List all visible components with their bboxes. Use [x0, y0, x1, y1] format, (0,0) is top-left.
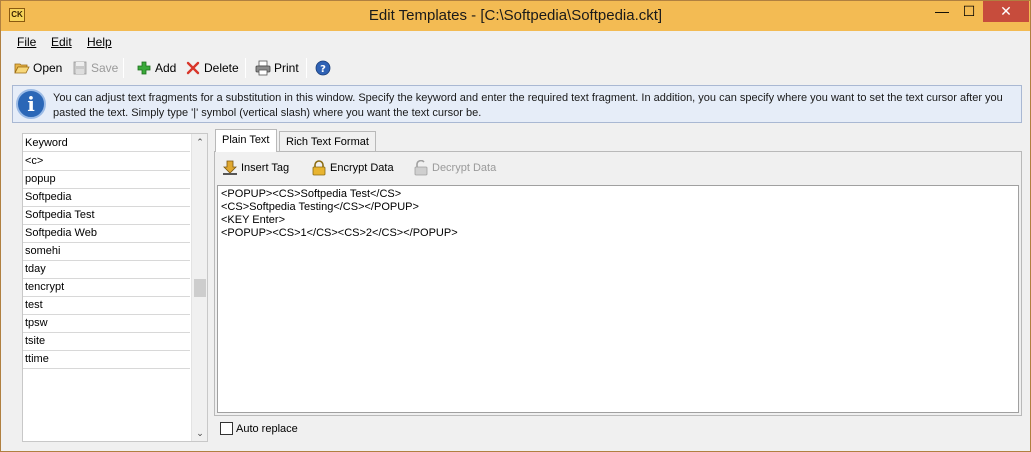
- add-label: Add: [155, 61, 177, 75]
- auto-replace-label: Auto replace: [236, 422, 298, 435]
- decrypt-data-button[interactable]: Decrypt Data: [413, 159, 496, 177]
- save-button[interactable]: Save: [72, 59, 118, 77]
- plus-icon: [137, 61, 151, 75]
- keyword-list[interactable]: Keyword <c> popup Softpedia Softpedia Test S…: [22, 133, 208, 442]
- close-button[interactable]: ✕: [983, 1, 1029, 22]
- scroll-down-arrow[interactable]: ⌄: [192, 425, 208, 441]
- menu-help[interactable]: Help: [87, 35, 112, 49]
- list-item[interactable]: Softpedia: [23, 189, 190, 207]
- main-toolbar: Open Save Add Delete Print ?: [2, 55, 1030, 81]
- template-editor-panel: Plain Text Rich Text Format Insert Tag E…: [212, 129, 1024, 443]
- list-item[interactable]: somehi: [23, 243, 190, 261]
- info-banner: i You can adjust text fragments for a su…: [12, 85, 1022, 123]
- save-label: Save: [91, 61, 119, 75]
- menu-help-label: Help: [87, 35, 112, 49]
- scroll-up-arrow[interactable]: ⌃: [192, 134, 208, 150]
- encrypt-data-label: Encrypt Data: [330, 162, 394, 174]
- minimize-button[interactable]: —: [929, 1, 955, 22]
- add-button[interactable]: Add: [136, 59, 176, 77]
- unlock-icon: [414, 160, 428, 176]
- auto-replace-box[interactable]: [220, 422, 233, 435]
- toolbar-separator: [245, 58, 246, 78]
- template-text-editor[interactable]: <POPUP><CS>Softpedia Test</CS> <CS>Softp…: [217, 185, 1019, 413]
- edit-templates-window: CK Edit Templates - [C:\Softpedia\Softpe…: [0, 0, 1031, 452]
- list-item[interactable]: tencrypt: [23, 279, 190, 297]
- menu-file[interactable]: File: [17, 35, 36, 49]
- insert-tag-icon: [223, 160, 237, 175]
- open-label: Open: [33, 61, 63, 75]
- menu-bar: File Edit Help: [2, 31, 1030, 53]
- folder-open-icon: [14, 63, 30, 74]
- decrypt-data-label: Decrypt Data: [432, 162, 497, 174]
- floppy-disk-icon: [73, 61, 87, 75]
- list-item[interactable]: tday: [23, 261, 190, 279]
- svg-text:?: ?: [320, 64, 326, 75]
- list-item[interactable]: Softpedia Test: [23, 207, 190, 225]
- list-item[interactable]: ttime: [23, 351, 190, 369]
- help-icon: ?: [315, 60, 331, 76]
- print-label: Print: [274, 61, 299, 75]
- window-title: Edit Templates - [C:\Softpedia\Softpedia…: [368, 7, 663, 24]
- keyword-scrollbar[interactable]: ⌃ ⌄: [191, 134, 207, 441]
- menu-edit-label: Edit: [51, 35, 72, 49]
- toolbar-separator: [306, 58, 307, 78]
- delete-label: Delete: [204, 61, 239, 75]
- list-item[interactable]: test: [23, 297, 190, 315]
- maximize-button[interactable]: ☐: [956, 1, 982, 22]
- menu-file-label: File: [17, 35, 37, 49]
- list-item[interactable]: <c>: [23, 153, 190, 171]
- encrypt-data-button[interactable]: Encrypt Data: [311, 159, 394, 177]
- tab-plain-text[interactable]: Plain Text: [215, 129, 277, 152]
- scroll-thumb[interactable]: [194, 279, 206, 297]
- delete-x-icon: [186, 61, 200, 75]
- print-button[interactable]: Print: [255, 59, 299, 77]
- plain-text-tab-body: Insert Tag Encrypt Data Decrypt Data <PO…: [214, 151, 1022, 416]
- list-item[interactable]: Softpedia Web: [23, 225, 190, 243]
- keyword-column-header[interactable]: Keyword: [23, 134, 190, 152]
- insert-tag-button[interactable]: Insert Tag: [222, 159, 289, 177]
- insert-tag-label: Insert Tag: [241, 162, 290, 174]
- help-button[interactable]: ?: [315, 59, 331, 77]
- info-text: You can adjust text fragments for a subs…: [53, 92, 1003, 119]
- lock-icon: [312, 160, 326, 176]
- toolbar-separator: [123, 58, 124, 78]
- printer-icon: [255, 60, 271, 76]
- open-button[interactable]: Open: [14, 59, 62, 77]
- menu-edit[interactable]: Edit: [51, 35, 72, 49]
- list-item[interactable]: tpsw: [23, 315, 190, 333]
- tab-rich-text-format[interactable]: Rich Text Format: [279, 131, 376, 152]
- list-item[interactable]: tsite: [23, 333, 190, 351]
- title-bar[interactable]: CK Edit Templates - [C:\Softpedia\Softpe…: [1, 1, 1030, 31]
- info-icon: i: [16, 89, 46, 119]
- list-item[interactable]: popup: [23, 171, 190, 189]
- auto-replace-checkbox[interactable]: Auto replace: [220, 422, 298, 435]
- delete-button[interactable]: Delete: [185, 59, 239, 77]
